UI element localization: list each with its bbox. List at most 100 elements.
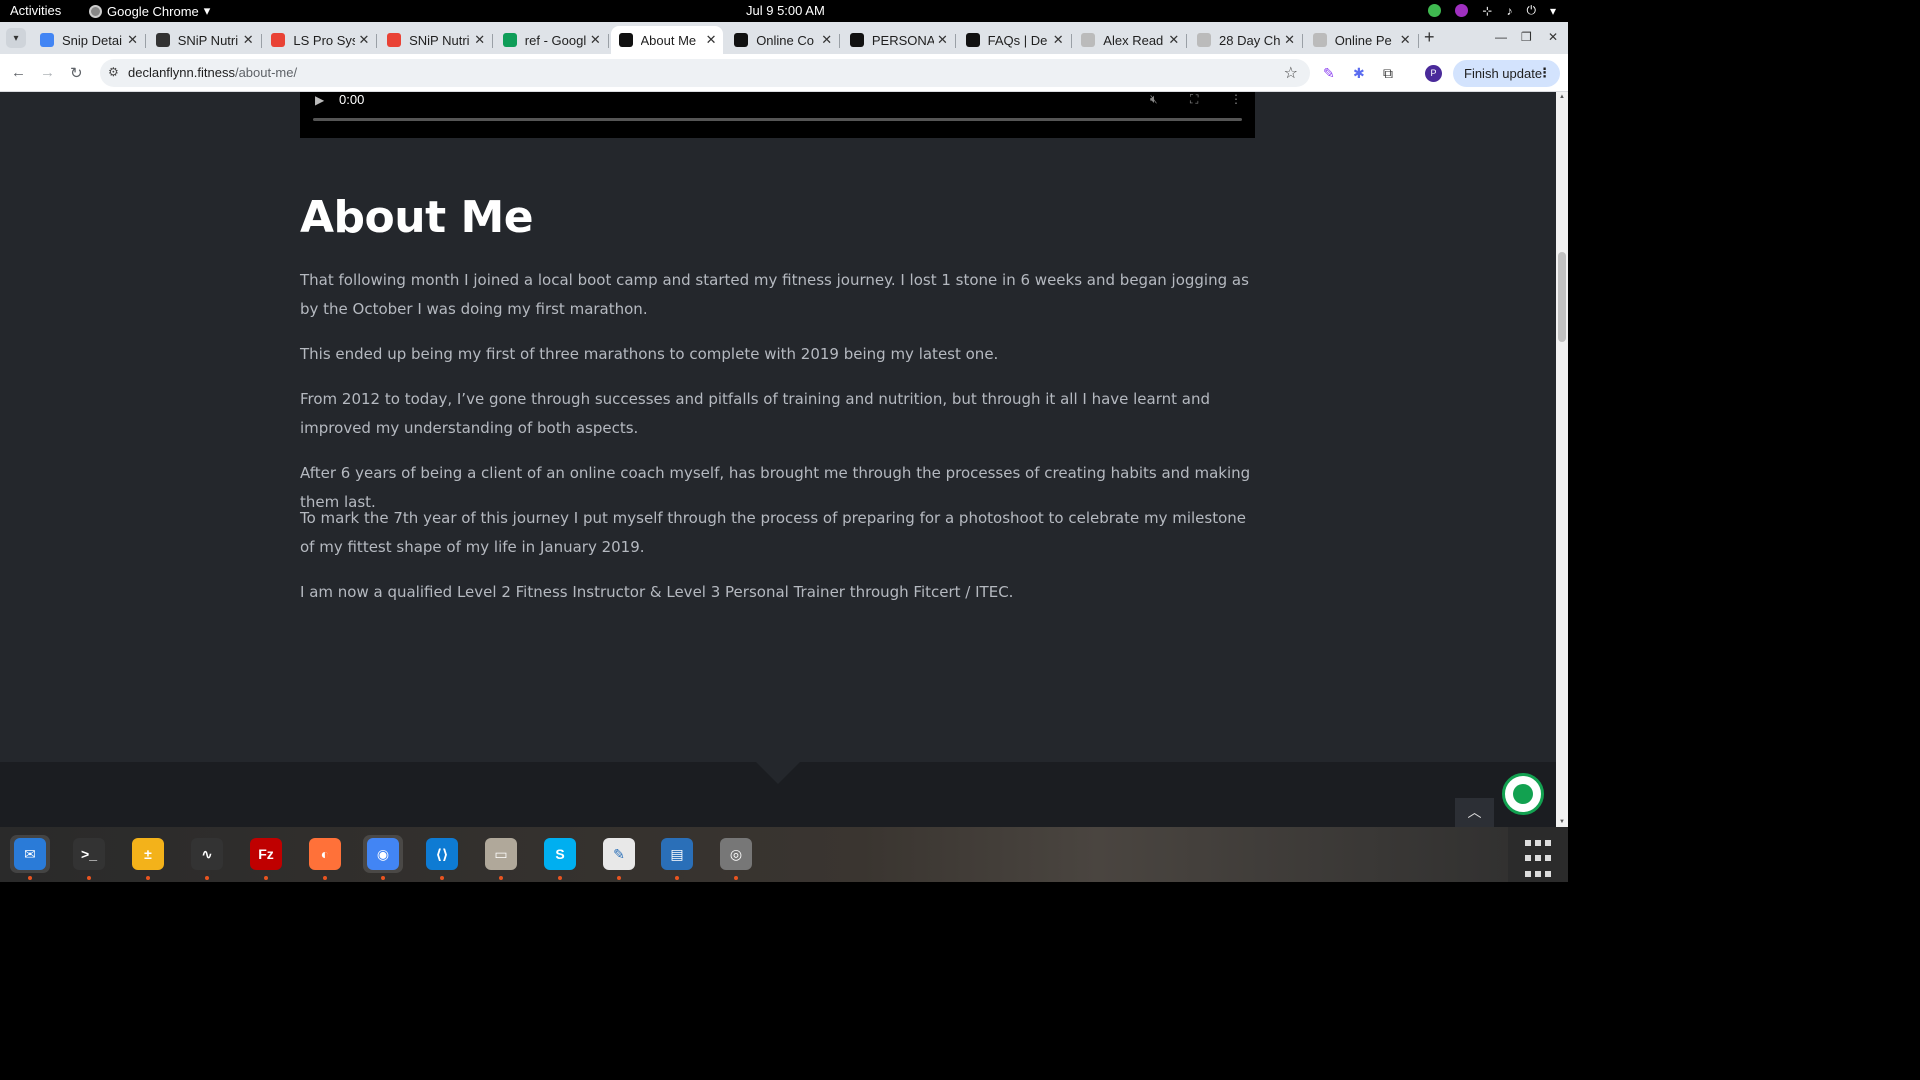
play-icon[interactable]: ▶: [315, 93, 324, 107]
vscode-icon[interactable]: ⟨⟩: [422, 835, 462, 873]
extension-icon[interactable]: ✱: [1353, 65, 1365, 82]
mute-icon[interactable]: 🔇︎: [1150, 92, 1158, 107]
chrome-icon-glyph: ◉: [367, 838, 399, 870]
network-icon[interactable]: ⊹: [1482, 4, 1492, 18]
minimize-icon[interactable]: —: [1495, 30, 1507, 44]
files-icon[interactable]: ▭: [481, 835, 521, 873]
running-indicator: [323, 876, 327, 880]
terminal-icon[interactable]: >_: [69, 835, 109, 873]
running-indicator: [675, 876, 679, 880]
tab[interactable]: LS Pro Sys ✕: [263, 26, 378, 54]
tab-favicon-icon: [849, 33, 864, 47]
chat-widget-button[interactable]: [1502, 773, 1544, 815]
tab-close-icon[interactable]: ✕: [474, 32, 485, 48]
site-info-icon[interactable]: ⚙: [108, 65, 119, 79]
bookmark-star-icon[interactable]: ☆: [1284, 63, 1298, 83]
tab-close-icon[interactable]: ✕: [127, 32, 138, 48]
reload-button[interactable]: ↻: [70, 64, 83, 82]
scroll-down-icon[interactable]: ▼: [1559, 819, 1565, 825]
writer-icon[interactable]: ▤: [657, 835, 697, 873]
video-player[interactable]: ▶ 0:00 🔇︎ ⛶ ⋮: [300, 92, 1255, 138]
page-viewport: ▶ 0:00 🔇︎ ⛶ ⋮ About Me That following mo…: [0, 92, 1556, 827]
running-indicator: [499, 876, 503, 880]
tab-favicon-icon: [502, 33, 517, 47]
running-indicator: [734, 876, 738, 880]
tab[interactable]: ref - Googl ✕: [495, 26, 609, 54]
writer-icon-glyph: ▤: [661, 838, 693, 870]
show-apps-button[interactable]: [1508, 827, 1568, 882]
video-progress-bar[interactable]: [313, 118, 1242, 121]
tab-favicon-icon: [155, 33, 170, 47]
power-icon[interactable]: ⏻: [1526, 3, 1536, 18]
running-indicator: [146, 876, 150, 880]
firefox-icon[interactable]: ◐: [305, 835, 345, 873]
caret-down-icon[interactable]: ▾: [1550, 4, 1556, 18]
clock[interactable]: Jul 9 5:00 AM: [746, 3, 825, 18]
running-indicator: [381, 876, 385, 880]
tab[interactable]: Online Pe ✕: [1305, 26, 1419, 54]
chrome-icon[interactable]: ◉: [363, 835, 403, 873]
forward-button[interactable]: →: [40, 64, 55, 81]
video-more-icon[interactable]: ⋮: [1230, 92, 1242, 106]
scroll-up-icon[interactable]: ▲: [1559, 94, 1565, 100]
tab[interactable]: About Me ✕: [610, 26, 723, 54]
tab[interactable]: PERSONA ✕: [842, 26, 956, 54]
tab-close-icon[interactable]: ✕: [590, 32, 601, 48]
tab-close-icon[interactable]: ✕: [1053, 32, 1064, 48]
tab[interactable]: 28 Day Ch ✕: [1189, 26, 1303, 54]
tab[interactable]: SNiP Nutri ✕: [379, 26, 494, 54]
terminal-icon-glyph: >_: [73, 838, 105, 870]
calculator-icon[interactable]: ±: [128, 835, 168, 873]
new-tab-button[interactable]: +: [1424, 27, 1435, 48]
tab-separator: [607, 34, 609, 48]
tab-close-icon[interactable]: ✕: [1168, 32, 1179, 48]
calculator-icon-glyph: ±: [132, 838, 164, 870]
tab-close-icon[interactable]: ✕: [243, 32, 254, 48]
tab[interactable]: SNiP Nutri ✕: [148, 26, 262, 54]
thunderbird-icon[interactable]: ✉: [10, 835, 50, 873]
tab[interactable]: Online Co ✕: [726, 26, 841, 54]
scrollbar-thumb[interactable]: [1558, 252, 1566, 342]
tab-title: ref - Googl: [524, 32, 587, 48]
more-menu-icon: ⋮: [1538, 65, 1551, 80]
update-icon[interactable]: [1428, 4, 1442, 17]
profile-avatar[interactable]: P: [1425, 65, 1442, 82]
fullscreen-icon[interactable]: ⛶: [1190, 92, 1198, 107]
scroll-to-top-button[interactable]: ︿: [1455, 798, 1494, 827]
tab[interactable]: Snip Detai ✕: [32, 26, 146, 54]
tab-title: SNiP Nutri: [177, 32, 239, 48]
extension-tray-icon[interactable]: [1455, 4, 1469, 17]
tab-close-icon[interactable]: ✕: [358, 32, 369, 48]
tab[interactable]: FAQs | De ✕: [958, 26, 1072, 54]
system-monitor-icon[interactable]: ∿: [187, 835, 227, 873]
disk-icon[interactable]: ◎: [716, 835, 756, 873]
pen-extension-icon[interactable]: ✎: [1323, 65, 1335, 82]
url-text[interactable]: declanflynn.fitness/about-me/: [128, 65, 297, 80]
restore-icon[interactable]: ❐: [1521, 30, 1532, 44]
tab-search-button[interactable]: ▾: [6, 28, 26, 48]
tab-close-icon[interactable]: ✕: [1284, 32, 1295, 48]
volume-icon[interactable]: ♪: [1506, 4, 1512, 18]
filezilla-icon[interactable]: Fz: [246, 835, 286, 873]
tab-favicon-icon: [734, 33, 749, 47]
running-indicator: [87, 876, 91, 880]
app-menu[interactable]: Google Chrome ▾: [89, 3, 210, 19]
finish-update-button[interactable]: Finish update ⋮: [1453, 60, 1560, 87]
close-window-icon[interactable]: ✕: [1548, 30, 1558, 44]
tab-close-icon[interactable]: ✕: [1400, 32, 1411, 48]
page-scrollbar[interactable]: ▲ ▼: [1556, 92, 1568, 827]
text-editor-icon[interactable]: ✎: [599, 835, 639, 873]
firefox-icon-glyph: ◐: [309, 838, 341, 870]
address-bar[interactable]: ⚙ declanflynn.fitness/about-me/ ☆: [100, 59, 1310, 87]
system-tray[interactable]: ⊹ ♪ ⏻ ▾: [1428, 3, 1556, 18]
extensions-puzzle-icon[interactable]: ⧉: [1383, 65, 1393, 82]
tab-close-icon[interactable]: ✕: [821, 32, 832, 48]
activities-button[interactable]: Activities: [10, 3, 61, 18]
tab-title: PERSONA: [871, 32, 934, 48]
skype-icon[interactable]: S: [540, 835, 580, 873]
paragraph: I am now a qualified Level 2 Fitness Ins…: [300, 583, 1014, 601]
tab-close-icon[interactable]: ✕: [937, 32, 948, 48]
tab[interactable]: Alex Read ✕: [1073, 26, 1188, 54]
back-button[interactable]: ←: [11, 64, 26, 81]
tab-close-icon[interactable]: ✕: [706, 32, 717, 48]
